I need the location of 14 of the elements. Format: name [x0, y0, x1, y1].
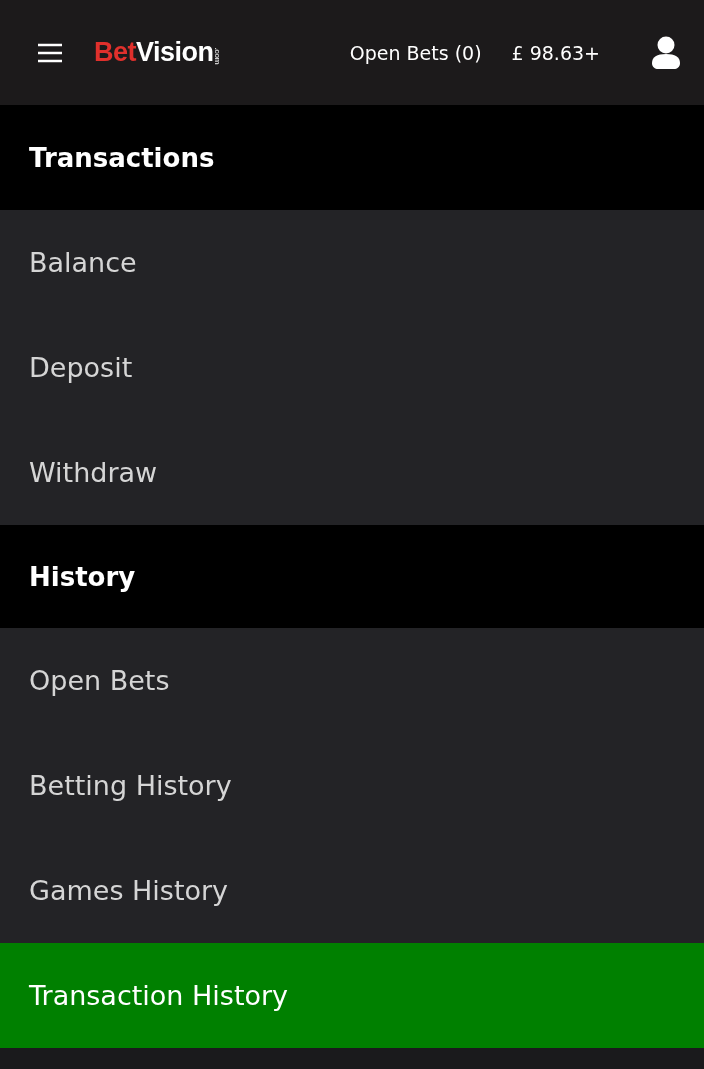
menu-icon[interactable] [36, 41, 64, 64]
logo[interactable]: BetVision .com [94, 37, 222, 68]
section-header: Transactions [0, 105, 704, 210]
balance-amount[interactable]: £ 98.63+ [511, 41, 600, 64]
section-header: History [0, 525, 704, 628]
menu-item[interactable]: Transaction History [0, 943, 704, 1048]
menu-item[interactable]: Betting History [0, 733, 704, 838]
user-icon[interactable] [650, 35, 682, 70]
menu-item[interactable]: Open Bets [0, 628, 704, 733]
menu-item[interactable]: Deposit [0, 315, 704, 420]
menu-item[interactable]: Balance [0, 210, 704, 315]
open-bets-link[interactable]: Open Bets (0) [349, 41, 482, 64]
menu-item[interactable]: Withdraw [0, 420, 704, 525]
menu-item[interactable]: Games History [0, 838, 704, 943]
